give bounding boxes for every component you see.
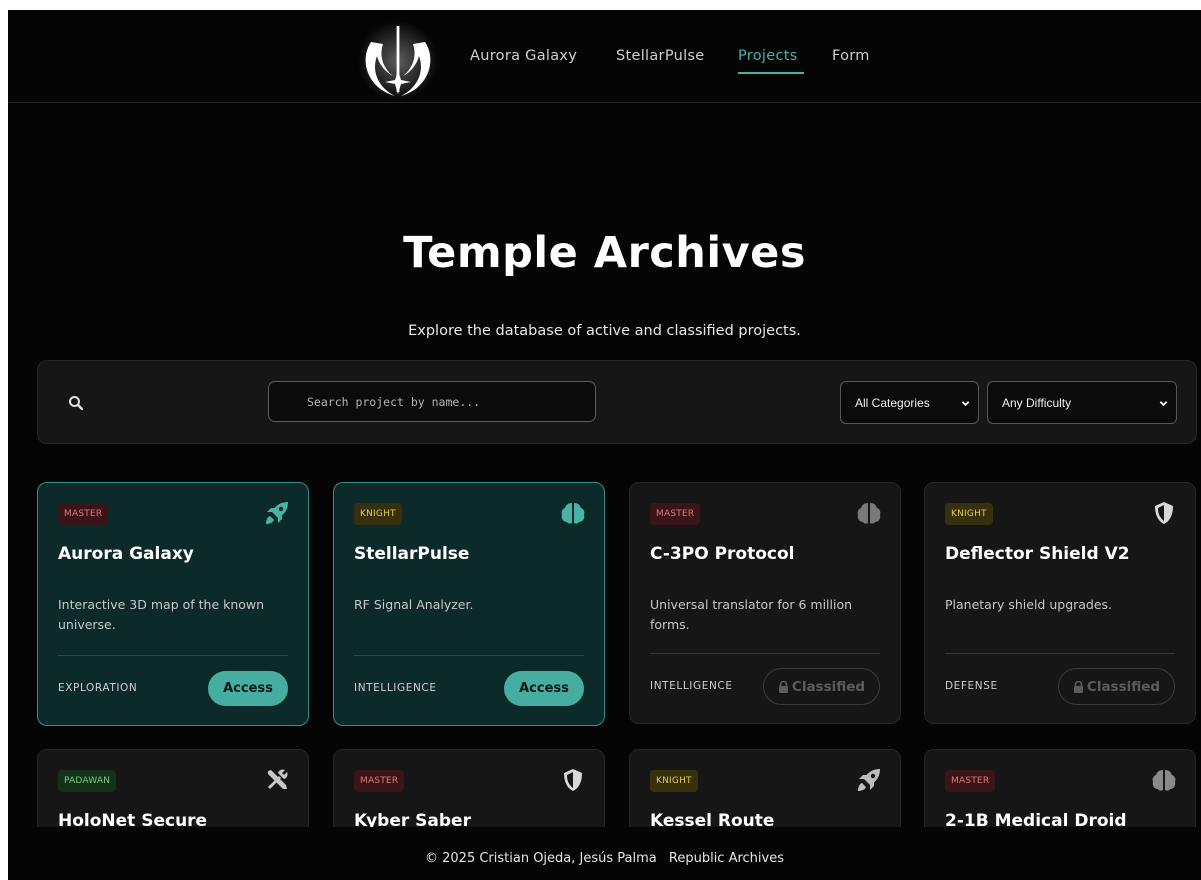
top-nav: Aurora Galaxy StellarPulse Projects Form [8, 10, 1201, 103]
shield-icon [1155, 502, 1173, 524]
project-title: Deflector Shield V2 [945, 544, 1130, 564]
project-card: KNIGHT Deflector Shield V2 Planetary shi… [924, 482, 1196, 724]
project-category: INTELLIGENCE [354, 682, 437, 694]
filter-bar: All Categories Any Difficulty [37, 360, 1197, 444]
footer: © 2025 Cristian Ojeda, Jesús Palma Repub… [8, 827, 1201, 880]
card-divider [58, 655, 288, 656]
project-category: DEFENSE [945, 680, 998, 692]
footer-credits: © 2025 Cristian Ojeda, Jesús Palma [425, 851, 657, 866]
shield-icon [564, 769, 582, 791]
classified-label: Classified [791, 678, 866, 695]
rank-badge: MASTER [945, 770, 996, 792]
card-divider [354, 655, 584, 656]
classified-button[interactable]: Classified [1058, 668, 1175, 705]
project-description: RF Signal Analyzer. [354, 597, 474, 612]
tools-icon [268, 769, 288, 789]
card-divider [945, 653, 1175, 654]
project-category: INTELLIGENCE [650, 680, 733, 692]
project-card: MASTER Aurora Galaxy Interactive 3D map … [37, 482, 309, 726]
rank-badge: MASTER [354, 770, 405, 792]
search-icon [69, 396, 84, 411]
rank-badge: MASTER [650, 503, 701, 525]
category-select-value: All Categories [855, 395, 930, 410]
project-card: KNIGHT StellarPulse RF Signal Analyzer. … [333, 482, 605, 726]
nav-active-underline [738, 72, 804, 74]
project-description: Planetary shield upgrades. [945, 597, 1113, 612]
nav-link-projects[interactable]: Projects [738, 48, 798, 64]
project-title: C-3PO Protocol [650, 544, 795, 564]
chevron-down-icon [1159, 401, 1168, 407]
project-card: MASTER C-3PO Protocol Universal translat… [629, 482, 901, 724]
rank-badge: MASTER [58, 503, 109, 525]
nav-link-stellarpulse[interactable]: StellarPulse [616, 48, 705, 64]
rocket-icon [858, 769, 880, 791]
rank-badge: KNIGHT [945, 503, 993, 525]
page-title: Temple Archives [403, 228, 806, 278]
project-title: StellarPulse [354, 544, 470, 564]
lock-icon [778, 680, 788, 693]
brain-icon [857, 503, 881, 524]
project-description: Interactive 3D map of the known universe… [58, 597, 265, 632]
difficulty-select-value: Any Difficulty [1002, 395, 1072, 410]
page-subtitle: Explore the database of active and class… [408, 323, 801, 339]
brain-icon [1152, 770, 1176, 791]
difficulty-select[interactable]: Any Difficulty [987, 381, 1177, 424]
access-button[interactable]: Access [208, 671, 288, 706]
rank-badge: KNIGHT [650, 770, 698, 792]
rank-badge: PADAWAN [58, 770, 117, 792]
chevron-down-icon [961, 401, 970, 407]
nav-link-form[interactable]: Form [832, 48, 870, 64]
jedi-order-logo-icon[interactable] [357, 18, 439, 100]
nav-link-aurora-galaxy[interactable]: Aurora Galaxy [470, 48, 577, 64]
category-select[interactable]: All Categories [840, 381, 979, 424]
classified-button[interactable]: Classified [763, 668, 880, 705]
access-button[interactable]: Access [504, 671, 584, 706]
project-title: Aurora Galaxy [58, 544, 194, 564]
project-category: EXPLORATION [58, 682, 138, 694]
card-divider [650, 653, 880, 654]
brain-icon [561, 503, 585, 524]
rocket-icon [266, 502, 288, 524]
rank-badge: KNIGHT [354, 503, 402, 525]
app-window: Aurora Galaxy StellarPulse Projects Form… [8, 10, 1201, 880]
footer-org: Republic Archives [668, 851, 784, 866]
classified-label: Classified [1086, 678, 1161, 695]
lock-icon [1073, 680, 1083, 693]
search-input[interactable] [268, 381, 596, 422]
project-description: Universal translator for 6 million forms… [650, 597, 853, 632]
